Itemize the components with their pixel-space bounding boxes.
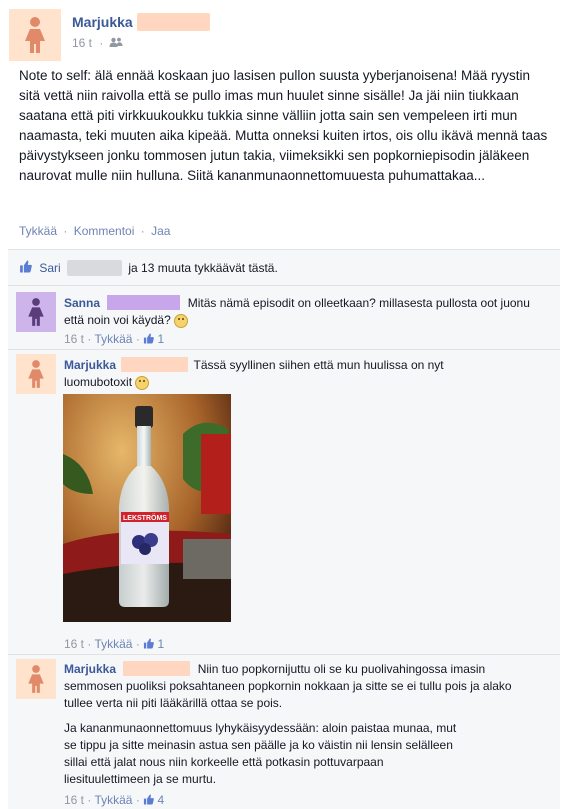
comment-author[interactable]: Sanna	[64, 296, 100, 310]
comment-2: Marjukka Tässä syyllinen siihen että mun…	[64, 357, 484, 391]
separator: ·	[140, 224, 145, 238]
female-silhouette-icon	[28, 298, 44, 326]
comment-time[interactable]: 16 t	[64, 637, 84, 651]
comment-time[interactable]: 16 t	[64, 793, 84, 807]
likes-rest-text[interactable]: ja 13 muuta tykkäävät tästä.	[128, 261, 277, 275]
smiley-icon	[173, 313, 188, 328]
female-silhouette-icon	[28, 360, 44, 388]
comment-like-count[interactable]: 1	[158, 332, 165, 346]
comment-link[interactable]: Kommentoi	[74, 224, 135, 238]
female-silhouette-icon	[28, 665, 44, 693]
redacted-surname	[123, 661, 191, 676]
comment-like-link[interactable]: Tykkää	[94, 637, 132, 651]
commenter-avatar[interactable]	[16, 354, 56, 394]
post-meta: 16 t ·	[72, 36, 123, 50]
friends-icon[interactable]	[109, 37, 123, 47]
liker-name[interactable]: Sari	[39, 261, 60, 275]
bottle-label-text: LEKSTRÖMS	[123, 513, 167, 522]
comment-meta: 16 t · Tykkää · 4	[64, 793, 165, 807]
comment-author[interactable]: Marjukka	[64, 662, 116, 676]
comment-text-p2: Ja kananmunaonnettomuus lyhykäisyydessää…	[64, 721, 457, 786]
like-link[interactable]: Tykkää	[19, 224, 57, 238]
divider	[8, 654, 560, 655]
like-thumb-icon	[144, 333, 155, 344]
smiley-icon	[135, 375, 150, 390]
comment-like-count[interactable]: 1	[158, 637, 165, 651]
redacted-surname	[137, 13, 210, 31]
author-avatar[interactable]	[9, 9, 61, 61]
likes-summary: Sari ja 13 muuta tykkäävät tästä.	[19, 260, 278, 276]
bottle-photo: LEKSTRÖMS	[63, 394, 231, 622]
post-actions: Tykkää · Kommentoi · Jaa	[19, 224, 170, 238]
like-thumb-icon	[20, 260, 32, 273]
divider	[8, 349, 560, 350]
commenter-avatar[interactable]	[16, 292, 56, 332]
divider	[8, 285, 560, 286]
comment-time[interactable]: 16 t	[64, 332, 84, 346]
redacted-surname	[107, 295, 181, 310]
redacted-liker-surname	[67, 260, 123, 276]
comment-author[interactable]: Marjukka	[64, 358, 116, 372]
redacted-surname	[121, 357, 189, 372]
comment-like-count[interactable]: 4	[158, 793, 165, 807]
comment-like-link[interactable]: Tykkää	[94, 332, 132, 346]
separator: ·	[63, 224, 68, 238]
comment-meta: 16 t · Tykkää · 1	[64, 637, 165, 651]
post-time[interactable]: 16 t	[72, 36, 92, 50]
share-link[interactable]: Jaa	[151, 224, 170, 238]
post-author-name[interactable]: Marjukka	[72, 14, 133, 30]
commenter-avatar[interactable]	[16, 659, 56, 699]
comment-like-link[interactable]: Tykkää	[94, 793, 132, 807]
female-silhouette-icon	[25, 17, 45, 53]
like-thumb-icon	[144, 794, 155, 805]
comment-1: Sanna Mitäs nämä episodit on olleetkaan?…	[64, 295, 534, 329]
comment-3: Marjukka Niin tuo popkornijuttu oli se k…	[64, 661, 540, 712]
comment-photo[interactable]: LEKSTRÖMS	[63, 394, 231, 622]
like-thumb-icon	[144, 638, 155, 649]
comment-meta: 16 t · Tykkää · 1	[64, 332, 165, 346]
post-body-text: Note to self: älä ennää koskaan juo lasi…	[19, 68, 548, 183]
